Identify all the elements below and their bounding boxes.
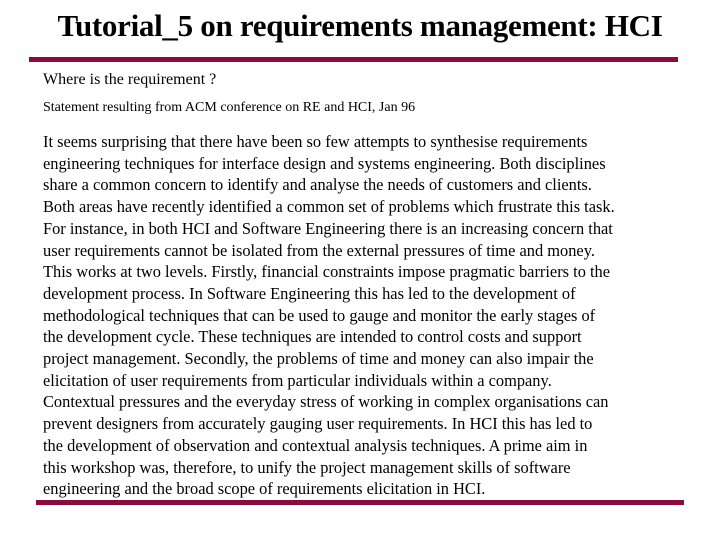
body-line: share a common concern to identify and a… [43,175,592,195]
body-line: user requirements cannot be isolated fro… [43,240,595,260]
body-line: engineering and the broad scope of requi… [43,479,486,499]
body-paragraph: It seems surprising that there have been… [43,131,683,500]
body-line: It seems surprising that there have been… [43,132,588,151]
source-statement: Statement resulting from ACM conference … [43,100,416,115]
body-line: Both areas have recently identified a co… [43,197,615,217]
slide-title: Tutorial_5 on requirements management: H… [57,8,663,43]
body-line: engineering techniques for interface des… [43,153,606,173]
footer-divider [36,500,684,505]
body-line: prevent designers from accurately gaugin… [43,414,593,434]
body-line: elicitation of user requirements from pa… [43,370,552,390]
body-line: project management. Secondly, the proble… [43,349,594,369]
title-divider [29,57,678,62]
section-heading: Where is the requirement ? [43,71,217,88]
body-line: the development cycle. These techniques … [43,327,582,347]
body-line: This works at two levels. Firstly, finan… [43,262,611,282]
body-line: development process. In Software Enginee… [43,283,576,303]
body-line: the development of observation and conte… [43,435,588,455]
body-line: methodological techniques that can be us… [43,305,596,325]
body-line: For instance, in both HCI and Software E… [43,218,613,238]
body-line: this workshop was, therefore, to unify t… [43,457,571,477]
body-line: Contextual pressures and the everyday st… [43,392,609,412]
